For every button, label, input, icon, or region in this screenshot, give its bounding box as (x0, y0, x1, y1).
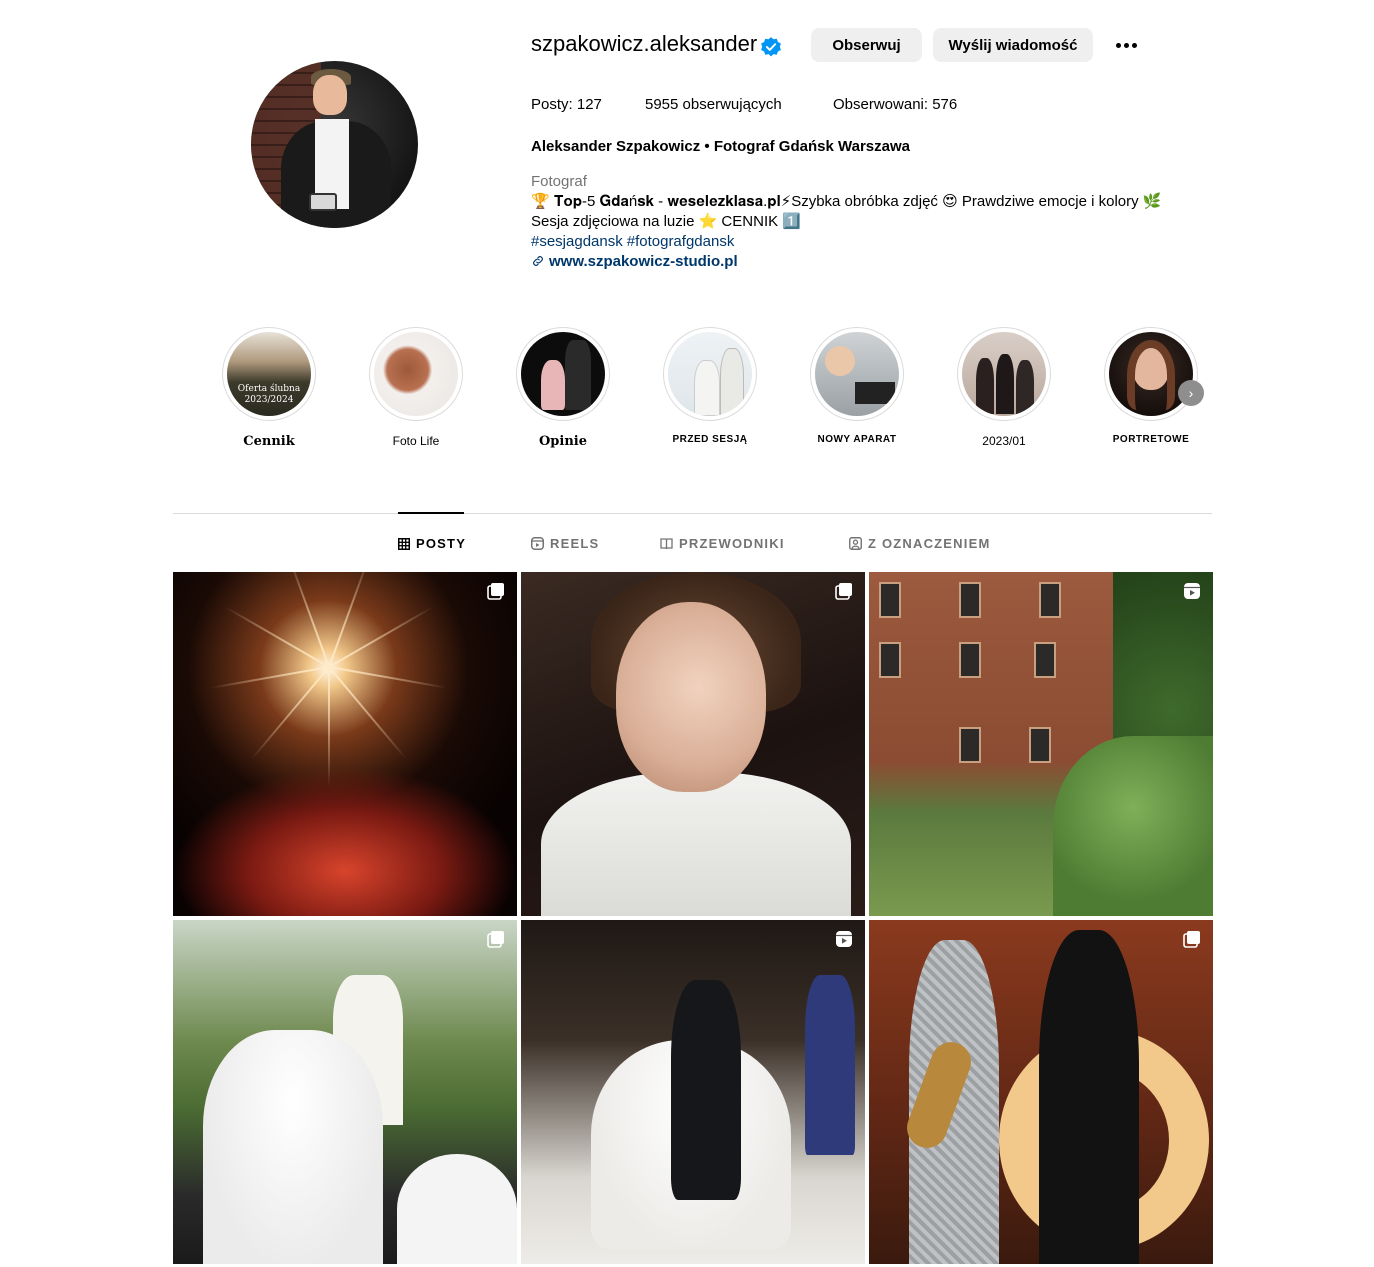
stat-posts-label: Posty: (531, 96, 573, 113)
tabs-divider (173, 513, 1212, 514)
link-icon (533, 256, 543, 266)
highlight-nowy-aparat[interactable]: NOWY APARAT (809, 327, 905, 445)
tab-label: Z OZNACZENIEM (868, 536, 991, 551)
carousel-icon (835, 583, 852, 600)
highlight-ring (810, 327, 904, 421)
bio-hashtags: #sesjagdansk #fotografgdansk (531, 232, 1161, 252)
active-tab-indicator (398, 512, 464, 514)
reel-icon (1184, 583, 1200, 599)
highlight-opinie[interactable]: Opinie (515, 327, 611, 449)
profile-username: szpakowicz.aleksander (531, 31, 758, 56)
bio-line-2: Sesja zdjęciowa na luzie ⭐ CENNIK 1️⃣ (531, 213, 801, 230)
tagged-icon (849, 537, 862, 550)
more-options-icon[interactable] (1112, 36, 1140, 54)
highlight-ring (369, 327, 463, 421)
highlight-label: PRZED SESJĄ (672, 434, 748, 445)
post-tile-bride-portrait[interactable] (521, 572, 865, 916)
tab-label: POSTY (416, 536, 467, 551)
highlight-cover (1109, 332, 1193, 416)
highlight-label: Foto Life (392, 434, 440, 448)
stat-followers[interactable]: 5955 obserwujących (645, 96, 782, 113)
profile-full-name: Aleksander Szpakowicz • Fotograf Gdańsk … (531, 138, 910, 155)
tab-label: REELS (550, 536, 600, 551)
post-tile-first-dance[interactable] (521, 920, 865, 1264)
hashtag-link[interactable]: #sesjagdansk (531, 233, 623, 250)
hashtag-link[interactable]: #fotografgdansk (627, 233, 735, 250)
stat-posts: Posty: 127 (531, 96, 602, 113)
highlight-ring (1104, 327, 1198, 421)
reels-icon (531, 537, 544, 550)
tab-label: PRZEWODNIKI (679, 536, 785, 551)
chevron-right-icon[interactable]: › (1178, 380, 1204, 406)
highlight-label: PORTRETOWE (1112, 434, 1190, 445)
profile-bio: Fotograf 🏆 𝐓𝐨𝐩-5 𝐆𝐝𝐚ń𝐬𝐤 - 𝐰𝐞𝐬𝐞𝐥𝐞𝐳𝐤𝐥𝐚𝐬𝐚.𝐩… (531, 172, 1161, 272)
highlight-label: Cennik (243, 434, 295, 449)
highlight-ring: Oferta ślubna 2023/2024 (222, 327, 316, 421)
post-smoke (173, 766, 517, 916)
highlight-label: NOWY APARAT (817, 434, 897, 445)
guide-icon (660, 538, 673, 550)
carousel-icon (487, 583, 504, 600)
stat-following[interactable]: Obserwowani: 576 (833, 96, 957, 113)
tab-guides[interactable]: PRZEWODNIKI (660, 536, 785, 551)
highlight-cover (668, 332, 752, 416)
post-tile-fireworks[interactable] (173, 572, 517, 916)
highlight-cover (521, 332, 605, 416)
stat-following-value: 576 (932, 96, 958, 113)
stat-posts-value: 127 (576, 96, 602, 113)
highlight-cover-text: Oferta ślubna 2023/2024 (237, 384, 301, 405)
profile-category: Fotograf (531, 173, 587, 190)
send-message-button[interactable]: Wyślij wiadomość (933, 28, 1093, 62)
reel-icon (836, 931, 852, 947)
carousel-icon (1183, 931, 1200, 948)
follow-button[interactable]: Obserwuj (811, 28, 922, 62)
profile-avatar[interactable] (251, 61, 418, 228)
avatar-head (313, 75, 347, 115)
highlight-cover (374, 332, 458, 416)
highlight-cover (815, 332, 899, 416)
website-link[interactable]: www.szpakowicz-studio.pl (531, 252, 1161, 272)
tab-posts[interactable]: POSTY (398, 536, 466, 551)
bio-line-1: 🏆 𝐓𝐨𝐩-5 𝐆𝐝𝐚ń𝐬𝐤 - 𝐰𝐞𝐬𝐞𝐥𝐞𝐳𝐤𝐥𝐚𝐬𝐚.𝐩𝐥⚡Szybka … (531, 193, 1162, 210)
stat-followers-label: obserwujących (682, 96, 782, 113)
website-link-text: www.szpakowicz-studio.pl (549, 253, 738, 270)
highlight-ring (957, 327, 1051, 421)
highlight-ring (516, 327, 610, 421)
avatar-camera (309, 193, 337, 211)
highlight-2023-01[interactable]: 2023/01 (956, 327, 1052, 448)
post-tile-brick-manor[interactable] (869, 572, 1213, 916)
highlight-przed-sesja[interactable]: PRZED SESJĄ (662, 327, 758, 445)
stat-following-label: Obserwowani: (833, 96, 929, 113)
highlight-cover: Oferta ślubna 2023/2024 (227, 332, 311, 416)
highlight-foto-life[interactable]: Foto Life (368, 327, 464, 448)
highlight-ring (663, 327, 757, 421)
highlight-label: 2023/01 (982, 434, 1026, 448)
highlight-cennik[interactable]: Oferta ślubna 2023/2024 Cennik (221, 327, 317, 449)
carousel-icon (487, 931, 504, 948)
tab-tagged[interactable]: Z OZNACZENIEM (849, 536, 990, 551)
highlight-cover (962, 332, 1046, 416)
post-tile-wedding-ceremony[interactable] (173, 920, 517, 1264)
post-tile-saxophonist[interactable] (869, 920, 1213, 1264)
tab-reels[interactable]: REELS (531, 536, 599, 551)
verified-badge-icon (761, 37, 781, 57)
grid-icon (398, 537, 410, 550)
highlight-label: Opinie (538, 434, 587, 449)
stat-followers-value: 5955 (645, 96, 679, 113)
